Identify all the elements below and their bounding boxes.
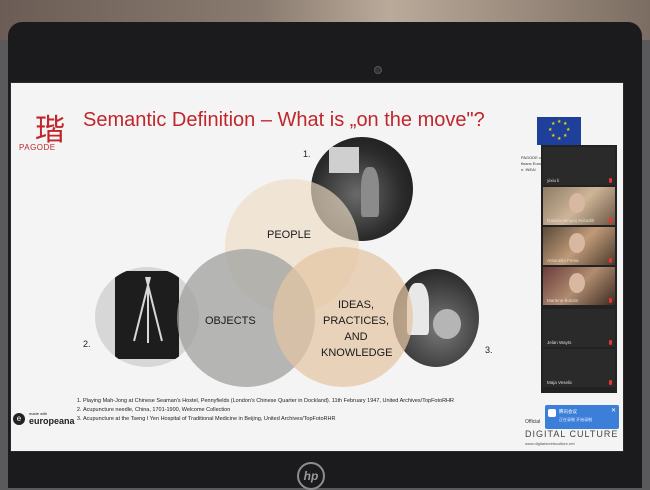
participant-video <box>569 193 585 213</box>
participant-name: Jelan Wayts <box>547 340 572 345</box>
photo-number-2: 2. <box>83 339 91 349</box>
photo-number-3: 3. <box>485 345 493 355</box>
eu-flag-icon: ★ ★ ★ ★ ★ ★ ★ ★ <box>537 117 581 145</box>
participant-video <box>569 233 585 253</box>
participant-tile[interactable]: Maja Veselic <box>543 349 615 387</box>
digital-culture-url: www.digitalmeetsculture.net <box>525 441 575 446</box>
participant-name: yixiu li <box>547 178 560 183</box>
participant-name: Marlene Bolutin <box>547 298 579 303</box>
meeting-app-icon <box>548 409 556 417</box>
close-icon[interactable]: ✕ <box>611 407 616 414</box>
europeana-logo: e made with europeana <box>13 411 75 431</box>
europeana-icon: e <box>13 413 25 425</box>
official-text: Official <box>525 419 541 425</box>
mic-muted-icon <box>609 258 612 263</box>
pagode-logo: 瑎 PAGODE <box>17 105 71 157</box>
participant-tile[interactable]: Marlene Bolutin <box>543 267 615 305</box>
participant-video <box>569 273 585 293</box>
pagode-logo-text: PAGODE <box>19 143 56 152</box>
digital-culture-logo: DIGITAL CULTURE <box>525 429 619 439</box>
participant-tile[interactable]: Jelan Wayts <box>543 309 615 347</box>
venn-label-objects: OBJECTS <box>205 315 256 327</box>
participant-tile[interactable]: yixiu li <box>543 147 615 185</box>
participant-name: Antonella Fresa <box>547 258 579 263</box>
laptop-bezel: 瑎 PAGODE Semantic Definition – What is „… <box>8 22 642 490</box>
video-call-panel[interactable]: yixiu li Natalia Iampaij Suhadik Antonel… <box>541 145 617 393</box>
mic-muted-icon <box>609 340 612 345</box>
slide-title: Semantic Definition – What is „on the mo… <box>83 109 485 131</box>
participant-name: Maja Veselic <box>547 380 573 385</box>
photo-number-1: 1. <box>303 149 311 159</box>
participant-name: Natalia Iampaij Suhadik <box>547 218 595 223</box>
hp-logo-icon: hp <box>297 462 325 490</box>
notification-text: 正在录制 开始录制 <box>559 417 593 422</box>
notification-title: 腾讯会议 <box>559 409 577 414</box>
webcam-icon <box>374 66 382 74</box>
footnote-item: Acupuncture at the Tseng I Yen Hospital … <box>83 415 454 424</box>
mic-muted-icon <box>609 218 612 223</box>
mic-muted-icon <box>609 380 612 385</box>
laptop-screen: 瑎 PAGODE Semantic Definition – What is „… <box>10 82 624 452</box>
mic-muted-icon <box>609 298 612 303</box>
europeana-big-text: europeana <box>29 416 75 426</box>
mic-muted-icon <box>609 178 612 183</box>
footnote-item: Playing Mah-Jong at Chinese Seaman's Hos… <box>83 397 454 406</box>
meeting-notification[interactable]: 腾讯会议 正在录制 开始录制 ✕ <box>545 405 619 429</box>
footnote-item: Acupuncture needle, China, 1701-1900, We… <box>83 406 454 415</box>
venn-label-ideas: IDEAS, PRACTICES, AND KNOWLEDGE <box>321 299 393 359</box>
venn-label-people: PEOPLE <box>267 229 312 241</box>
participant-tile[interactable]: Natalia Iampaij Suhadik <box>543 187 615 225</box>
participant-tile[interactable]: Antonella Fresa <box>543 227 615 265</box>
footnotes: Playing Mah-Jong at Chinese Seaman's Hos… <box>71 397 454 424</box>
